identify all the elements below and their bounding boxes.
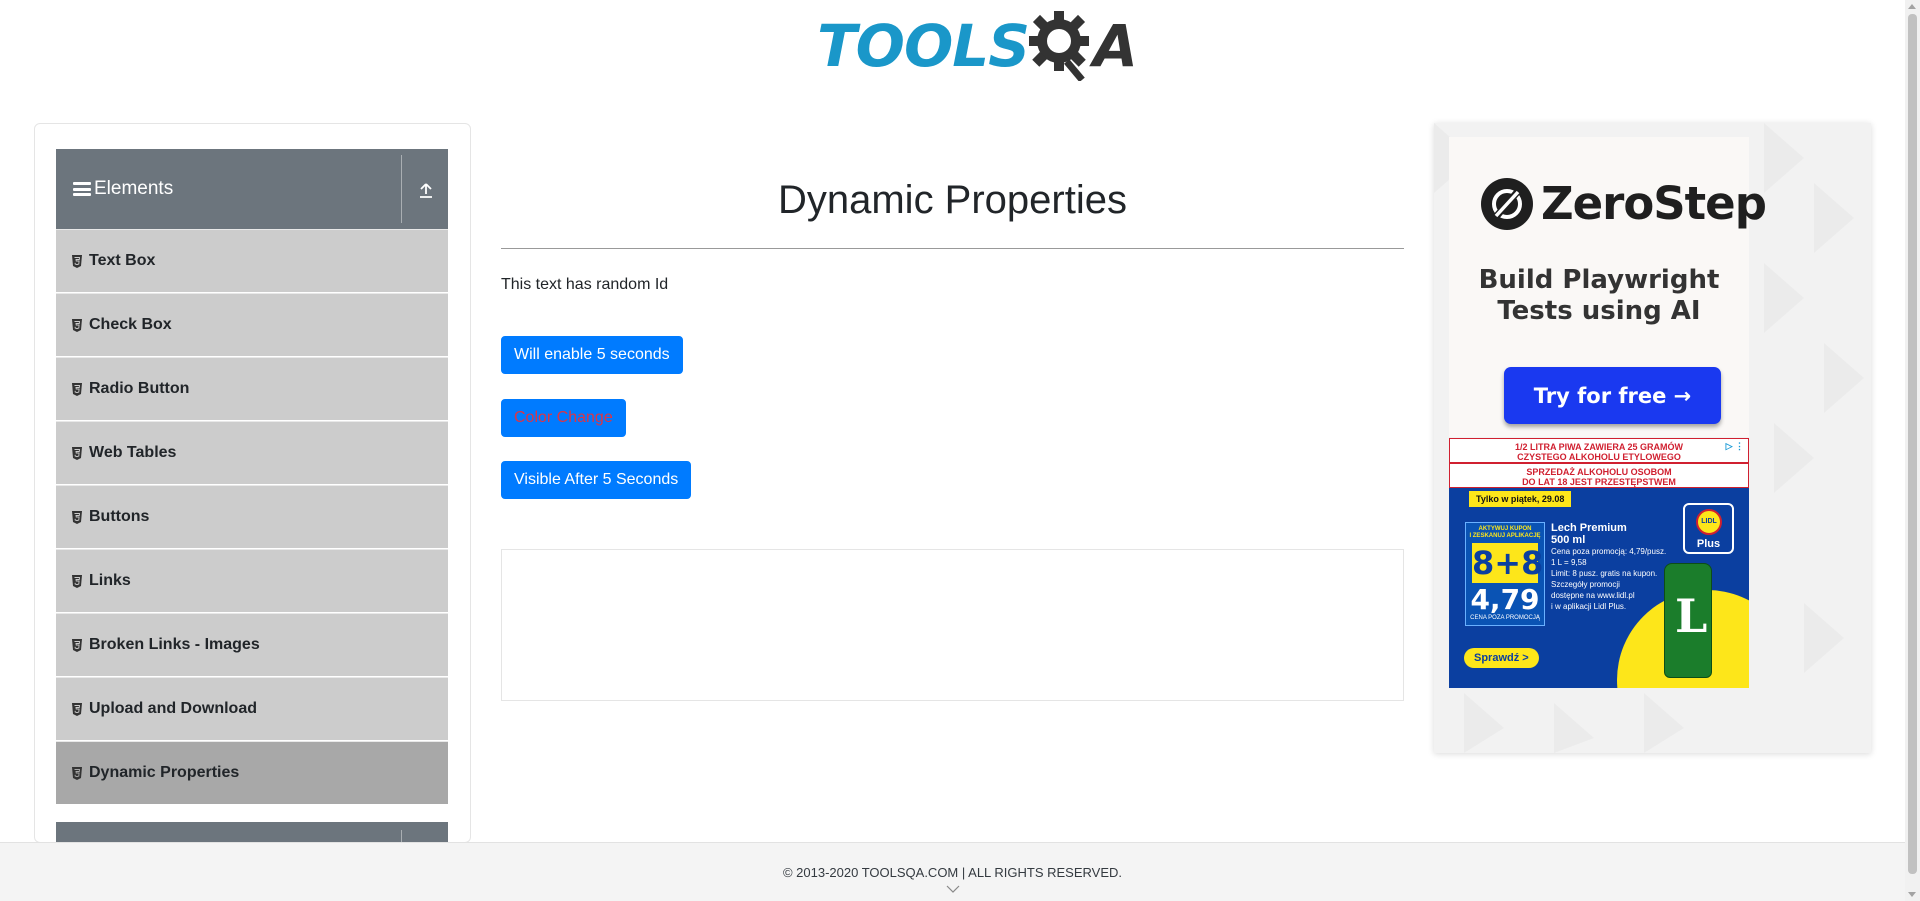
coupon-offer: 8+8: [1472, 543, 1544, 583]
sidebar-item-label: Links: [89, 572, 131, 589]
tagline-line-2: Tests using AI: [1497, 296, 1701, 326]
page: TOOLS A Elements Text Box Check Box Radi…: [0, 0, 1920, 901]
coupon-header-line: I ZESKANUJ APLIKACJĘ: [1469, 533, 1541, 539]
scrollbar-thumb[interactable]: [1908, 14, 1917, 874]
sidebar-item-label: Dynamic Properties: [89, 764, 240, 781]
hamburger-icon: [73, 182, 91, 196]
scroll-down-arrow-icon[interactable]: [1908, 892, 1916, 897]
warning-line: CZYSTEGO ALKOHOLU ETYLOWEGO: [1517, 452, 1681, 462]
group-title: Elements: [94, 178, 174, 199]
sidebar-item-text-box[interactable]: Text Box: [56, 229, 448, 293]
title-divider: [501, 248, 1404, 249]
right-advertisement[interactable]: ZeroStep Build Playwright Tests using AI…: [1434, 123, 1871, 753]
lidl-plus-text: Plus: [1696, 538, 1721, 550]
coupon-box: AKTYWUJ KUPON I ZESKANUJ APLIKACJĘ 8+8 4…: [1465, 522, 1545, 626]
sidebar-item-label: Radio Button: [89, 380, 190, 397]
html5-icon: [72, 446, 82, 460]
html5-icon: [72, 382, 82, 396]
coupon-header-line: AKTYWUJ KUPON: [1478, 526, 1532, 532]
toolsqa-logo[interactable]: TOOLS A: [817, 7, 1138, 86]
zerostep-tagline: Build Playwright Tests using AI: [1449, 265, 1749, 327]
product-detail: Limit: 8 pusz. gratis na kupon.: [1551, 569, 1658, 578]
price-label: CENA POZA PROMOCJĄ: [1470, 615, 1540, 621]
product-size: 500 ml: [1551, 534, 1586, 546]
html5-icon: [72, 574, 82, 588]
enable-after-button[interactable]: Will enable 5 seconds: [501, 336, 683, 374]
logo-text-tools: TOOLS: [817, 12, 1030, 80]
header: TOOLS A: [0, 0, 1905, 100]
sidebar-item-web-tables[interactable]: Web Tables: [56, 421, 448, 485]
sidebar-item-buttons[interactable]: Buttons: [56, 485, 448, 549]
zerostep-icon: [1481, 177, 1533, 230]
page-title: Dynamic Properties: [777, 178, 1127, 222]
collapse-arrow-icon[interactable]: [418, 181, 434, 199]
alcohol-warning-1: 1/2 LITRA PIWA ZAWIERA 25 GRAMÓW CZYSTEG…: [1449, 438, 1749, 463]
html5-icon: [72, 766, 82, 780]
tagline-line-1: Build Playwright: [1478, 265, 1720, 295]
html5-icon: [72, 702, 82, 716]
divider: [401, 155, 402, 223]
warning-line: SPRZEDAŻ ALKOHOLU OSOBOM: [1526, 467, 1672, 477]
sidebar-item-broken-links[interactable]: Broken Links - Images: [56, 613, 448, 677]
sidebar-item-label: Web Tables: [89, 444, 177, 461]
sidebar-item-label: Buttons: [89, 508, 150, 525]
can-letter: L: [1675, 589, 1708, 643]
sidebar-item-label: Broken Links - Images: [89, 636, 260, 653]
visible-after-button[interactable]: Visible After 5 Seconds: [501, 461, 692, 499]
lidl-logo-text: LIDL: [1696, 509, 1722, 535]
group-header-forms[interactable]: [56, 822, 448, 842]
sidebar-item-radio-button[interactable]: Radio Button: [56, 357, 448, 421]
html5-icon: [72, 638, 82, 652]
group-header-elements[interactable]: Elements: [56, 149, 448, 229]
random-id-text: This text has random Id: [501, 276, 669, 293]
scroll-up-arrow-icon[interactable]: [1908, 4, 1916, 9]
copyright-text: © 2013-2020 TOOLSQA.COM | ALL RIGHTS RES…: [782, 865, 1123, 880]
product-detail: dostępne na www.lidl.pl: [1551, 591, 1635, 600]
warning-line: 1/2 LITRA PIWA ZAWIERA 25 GRAMÓW: [1514, 442, 1683, 452]
sidebar-item-label: Upload and Download: [89, 700, 257, 717]
product-detail: Szczegóły promocji: [1551, 580, 1620, 589]
sidebar-item-check-box[interactable]: Check Box: [56, 293, 448, 357]
product-detail: 1 L = 9,58: [1551, 558, 1587, 567]
page-scrollbar[interactable]: [1905, 0, 1920, 901]
color-change-button[interactable]: Color Change: [501, 399, 626, 437]
lidl-plus-logo: LIDL Plus: [1683, 503, 1734, 554]
lidl-ad[interactable]: 1/2 LITRA PIWA ZAWIERA 25 GRAMÓW CZYSTEG…: [1449, 438, 1749, 688]
html5-icon: [72, 254, 82, 268]
product-detail: Cena poza promocją: 4,79/pusz.: [1551, 547, 1667, 556]
check-button[interactable]: Sprawdź >: [1464, 648, 1539, 668]
logo-text-qa: A: [1093, 12, 1138, 80]
date-badge: Tylko w piątek, 29.08: [1469, 491, 1572, 507]
try-for-free-button[interactable]: Try for free →: [1504, 367, 1721, 424]
zerostep-brand: ZeroStep: [1541, 177, 1767, 230]
html5-icon: [72, 510, 82, 524]
warning-line: DO LAT 18 JEST PRZESTĘPSTWEM: [1522, 477, 1676, 487]
zerostep-logo: ZeroStep: [1481, 177, 1767, 230]
chevron-down-icon[interactable]: [946, 885, 960, 893]
html5-icon: [72, 318, 82, 332]
zerostep-ad[interactable]: ZeroStep Build Playwright Tests using AI…: [1449, 137, 1767, 437]
sidebar-item-upload-download[interactable]: Upload and Download: [56, 677, 448, 741]
sidebar-menu: Text Box Check Box Radio Button Web Tabl…: [56, 229, 448, 805]
gear-icon: [1027, 7, 1095, 86]
sidebar-item-links[interactable]: Links: [56, 549, 448, 613]
coupon-header: AKTYWUJ KUPON I ZESKANUJ APLIKACJĘ: [1466, 526, 1544, 540]
product-name: Lech Premium: [1551, 522, 1627, 534]
sidebar-item-dynamic-properties[interactable]: Dynamic Properties: [56, 741, 448, 805]
main-content: Dynamic Properties This text has random …: [501, 100, 1404, 701]
footer: © 2013-2020 TOOLSQA.COM | ALL RIGHTS RES…: [0, 842, 1905, 901]
sidebar-item-label: Check Box: [89, 316, 172, 333]
sidebar-item-label: Text Box: [89, 252, 156, 269]
left-sidebar: Elements Text Box Check Box Radio Button: [34, 123, 471, 843]
coupon-price: 4,79: [1470, 583, 1540, 616]
adchoices-icon[interactable]: ▷ ⋮: [1726, 441, 1744, 451]
alcohol-warning-2: SPRZEDAŻ ALKOHOLU OSOBOM DO LAT 18 JEST …: [1449, 463, 1749, 488]
ad-placeholder: [501, 549, 1404, 701]
product-info: Lech Premium 500 ml Cena poza promocją: …: [1551, 522, 1671, 612]
beer-can-image: L: [1664, 563, 1712, 678]
